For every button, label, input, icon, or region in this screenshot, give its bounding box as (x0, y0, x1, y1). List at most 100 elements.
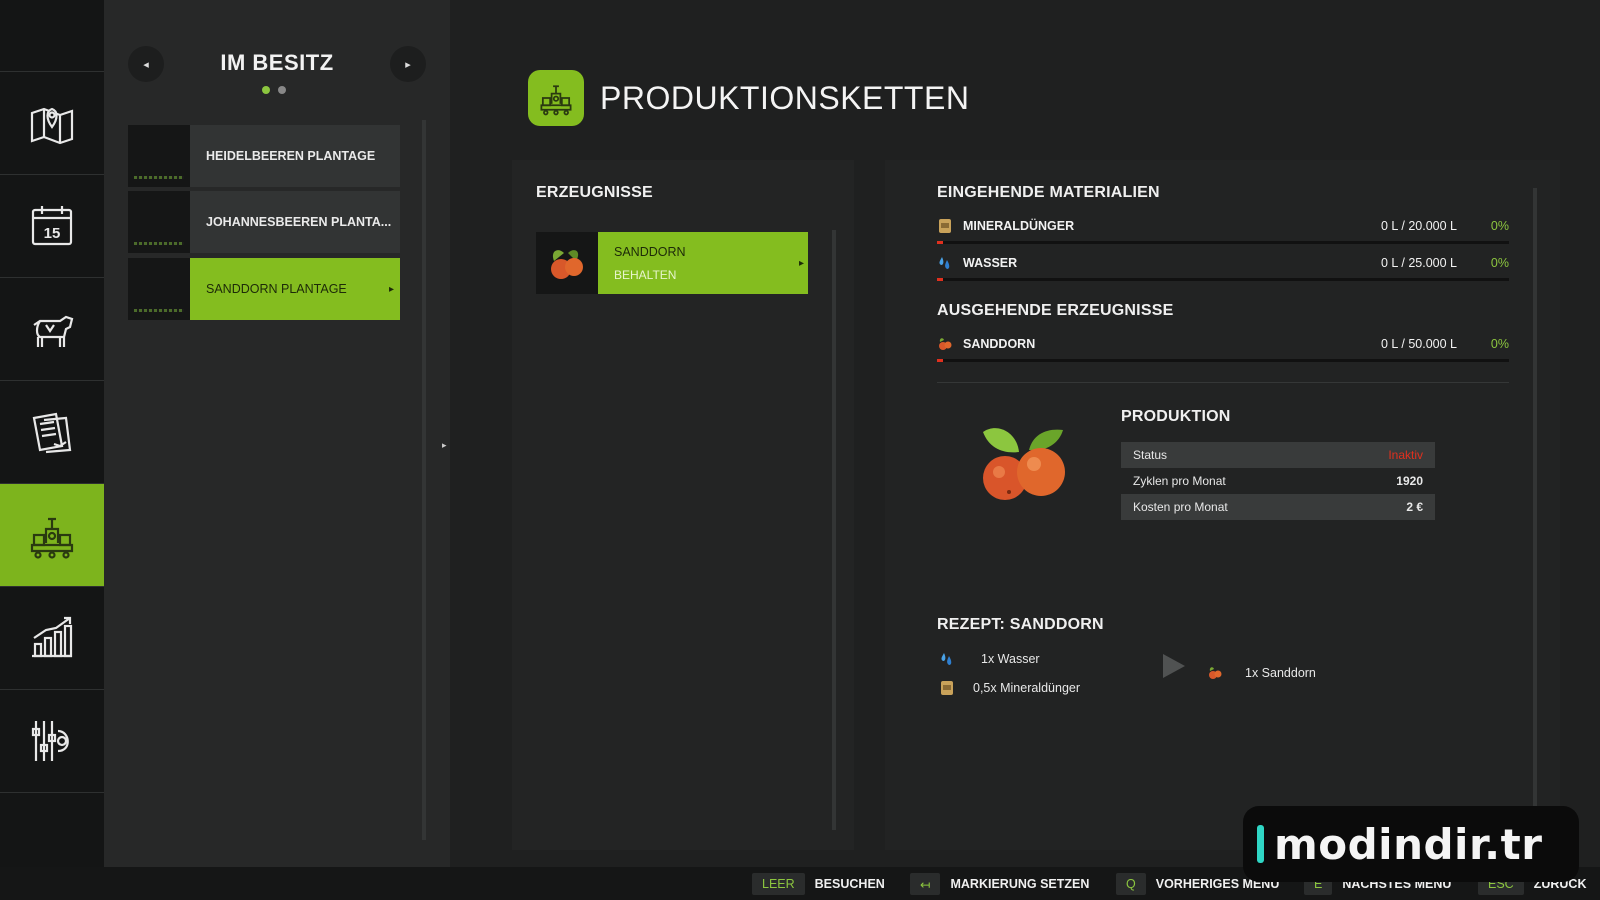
title-badge (528, 70, 584, 126)
production-icon (30, 517, 74, 559)
list-scrollbar[interactable] (422, 120, 426, 840)
watermark-accent (1257, 825, 1264, 863)
material-percent: 0% (1490, 256, 1509, 270)
sidebar-top-spacer (0, 0, 104, 72)
page-header: PRODUKTIONSKETTEN (528, 70, 969, 126)
list-item-label: SANDDORN PLANTAGE (206, 282, 347, 296)
water-drop-icon (941, 653, 952, 665)
next-page-button[interactable]: ▸ (390, 46, 426, 82)
owned-productions-panel: ◂ IM BESITZ ▸ HEIDELBEEREN PLANTAGE JOHA… (104, 0, 450, 867)
production-title: PRODUKTION (1121, 408, 1231, 425)
cow-icon (33, 315, 74, 347)
list-item-johannesbeeren[interactable]: JOHANNESBEEREN PLANTA... (128, 191, 400, 253)
plantation-thumbnail (128, 258, 190, 320)
plantation-thumbnail (128, 125, 190, 187)
stat-value: 1920 (1396, 474, 1423, 488)
stat-row-status: Status Inaktiv (1121, 442, 1435, 468)
material-name: MINERALDÜNGER (963, 219, 1075, 233)
products-title: ERZEUGNISSE (536, 184, 653, 201)
sidebar-item-settings[interactable] (0, 690, 104, 793)
product-name: SANDDORN (963, 337, 1036, 351)
details-scrollbar[interactable] (1533, 188, 1537, 808)
calendar-icon: 15 (31, 206, 73, 246)
product-name: SANDDORN (614, 244, 686, 259)
fill-level-marker (937, 278, 943, 281)
stat-row-cycles: Zyklen pro Monat 1920 (1121, 468, 1435, 494)
production-chain-icon (540, 85, 572, 116)
map-pin-icon (30, 107, 74, 145)
sea-buckthorn-icon (551, 250, 583, 279)
material-amount: 0 L / 20.000 L (1381, 219, 1457, 233)
key-badge: ↤ (910, 873, 941, 895)
sidebar-item-contracts[interactable] (0, 381, 104, 484)
product-thumbnail (536, 232, 598, 294)
fertilizer-bag-icon (939, 219, 951, 233)
fertilizer-bag-icon (941, 681, 953, 695)
fill-level-bar (937, 241, 1509, 244)
sidebar-item-animals[interactable] (0, 278, 104, 381)
recipe-output-sanddorn: 1x Sanddorn (1207, 665, 1316, 681)
key-badge: LEER (752, 873, 805, 895)
recipe-input-label: 0,5x Mineraldünger (973, 681, 1081, 695)
material-amount: 0 L / 25.000 L (1381, 256, 1457, 270)
fill-level-bar (937, 359, 1509, 362)
fill-level-bar (937, 278, 1509, 281)
watermark-badge: modindir.tr (1243, 806, 1579, 882)
page-dot-active (262, 86, 270, 94)
product-percent: 0% (1490, 337, 1509, 351)
page-indicator (262, 86, 286, 94)
recipe-input-wasser: 1x Wasser (939, 651, 1040, 667)
products-scrollbar[interactable] (832, 230, 836, 830)
material-percent: 0% (1490, 219, 1509, 233)
sidebar-item-statistics[interactable] (0, 587, 104, 690)
sea-buckthorn-large-icon (983, 428, 1065, 500)
list-item-heidelbeeren[interactable]: HEIDELBEEREN PLANTAGE (128, 125, 400, 187)
sidebar-item-production[interactable] (0, 484, 112, 587)
incoming-row-mineralduenger: MINERALDÜNGER 0 L / 20.000 L 0% (937, 216, 1509, 244)
stat-label: Kosten pro Monat (1133, 500, 1228, 514)
main-sidebar: 15 (0, 0, 112, 867)
hint-label: MARKIERUNG SETZEN (950, 877, 1090, 891)
stat-value: 2 € (1406, 500, 1423, 514)
incoming-title: EINGEHENDE MATERIALIEN (937, 184, 1160, 201)
section-divider (937, 382, 1509, 383)
stat-label: Status (1133, 448, 1168, 462)
outgoing-row-sanddorn: SANDDORN 0 L / 50.000 L 0% (937, 334, 1509, 362)
statistics-icon (32, 616, 73, 658)
arrow-right-icon: ▸ (405, 58, 411, 71)
collapse-panel-button[interactable]: ▸ (442, 440, 447, 451)
outgoing-title: AUSGEHENDE ERZEUGNISSE (937, 302, 1174, 319)
sidebar-item-calendar[interactable]: 15 (0, 175, 104, 278)
stat-label: Zyklen pro Monat (1133, 474, 1226, 488)
plantation-thumbnail (128, 191, 190, 253)
recipe-input-label: 1x Wasser (981, 652, 1040, 666)
fill-level-marker (937, 359, 943, 362)
fill-level-marker (937, 241, 943, 244)
product-amount: 0 L / 50.000 L (1381, 337, 1457, 351)
key-badge: Q (1116, 873, 1146, 895)
product-item-sanddorn[interactable]: SANDDORN BEHALTEN (536, 232, 808, 294)
recipe-arrow-icon (1163, 654, 1185, 678)
products-column: ERZEUGNISSE SANDDORN BEHALTEN (512, 160, 854, 850)
water-drop-icon (939, 257, 950, 269)
stat-row-costs: Kosten pro Monat 2 € (1121, 494, 1435, 520)
list-item-label: JOHANNESBEEREN PLANTA... (206, 215, 392, 229)
settings-icon (31, 721, 69, 761)
hint-markierung-setzen[interactable]: ↤ MARKIERUNG SETZEN (910, 873, 1089, 895)
list-item-label: HEIDELBEEREN PLANTAGE (206, 149, 376, 163)
game-menu-screen: 15 ◂ IM BESITZ ▸ HEIDELBEEREN PLANTAGE J… (0, 0, 1600, 900)
product-mode: BEHALTEN (614, 267, 677, 282)
owned-header: ◂ IM BESITZ ▸ (104, 42, 450, 102)
contracts-icon (32, 412, 72, 454)
material-name: WASSER (963, 256, 1018, 270)
sea-buckthorn-icon (939, 338, 952, 350)
sidebar-item-map[interactable] (0, 72, 104, 175)
page-title: PRODUKTIONSKETTEN (600, 79, 970, 116)
list-item-sanddorn[interactable]: SANDDORN PLANTAGE (128, 258, 400, 320)
svg-text:15: 15 (44, 225, 61, 242)
recipe-input-mineralduenger: 0,5x Mineraldünger (939, 680, 1080, 696)
page-dot (278, 86, 286, 94)
hint-besuchen[interactable]: LEER BESUCHEN (752, 873, 885, 895)
watermark-text: modindir.tr (1274, 819, 1543, 869)
recipe-title: REZEPT: SANDDORN (937, 616, 1104, 633)
